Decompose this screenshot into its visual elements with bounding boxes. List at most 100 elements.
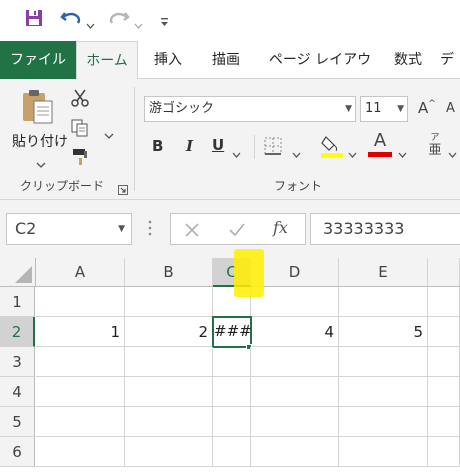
select-all-corner[interactable] bbox=[0, 258, 36, 287]
cell-b3[interactable] bbox=[125, 347, 213, 377]
font-color-icon[interactable]: A bbox=[368, 131, 392, 157]
copy-icon[interactable] bbox=[70, 118, 90, 142]
tab-page-layout[interactable]: ページ レイアウト bbox=[262, 41, 378, 106]
cell-e6[interactable] bbox=[339, 437, 428, 467]
format-painter-icon[interactable] bbox=[70, 147, 90, 171]
cell-b5[interactable] bbox=[125, 407, 213, 437]
save-icon[interactable] bbox=[24, 8, 44, 32]
tab-draw[interactable]: 描画 bbox=[202, 41, 250, 79]
row-header-1[interactable]: 1 bbox=[0, 287, 35, 317]
cell-b2[interactable]: 2 bbox=[125, 317, 213, 347]
cell-c5[interactable] bbox=[213, 407, 251, 437]
undo-dropdown-icon[interactable] bbox=[86, 14, 95, 33]
cell-c4[interactable] bbox=[213, 377, 251, 407]
undo-icon[interactable] bbox=[60, 8, 82, 32]
underline-button[interactable]: U bbox=[212, 136, 224, 154]
name-box[interactable]: C2 ▼ bbox=[6, 213, 132, 245]
cell-b6[interactable] bbox=[125, 437, 213, 467]
font-shrink-icon[interactable]: A bbox=[446, 101, 455, 116]
customize-toolbar-icon[interactable] bbox=[160, 12, 169, 31]
clipboard-launcher-icon[interactable] bbox=[118, 180, 128, 199]
cell-e3[interactable] bbox=[339, 347, 428, 377]
column-header-e[interactable]: E bbox=[339, 258, 428, 287]
worksheet-grid: A B C D E 1 2 3 4 5 6 1 2 ### 4 5 bbox=[0, 258, 460, 475]
font-size-dropdown-icon: ▼ bbox=[397, 104, 404, 114]
cell-e1[interactable] bbox=[339, 287, 428, 317]
name-box-value: C2 bbox=[15, 219, 37, 238]
underline-dropdown-icon[interactable] bbox=[232, 143, 241, 162]
tab-formulas[interactable]: 数式 bbox=[386, 41, 430, 79]
font-size-select[interactable]: 11 ▼ bbox=[360, 96, 408, 122]
borders-icon[interactable] bbox=[264, 137, 282, 159]
font-color-dropdown-icon[interactable] bbox=[398, 143, 407, 162]
paste-dropdown-icon[interactable] bbox=[36, 153, 46, 172]
font-grow-icon[interactable]: A^ bbox=[418, 99, 436, 117]
cell-f6[interactable] bbox=[428, 437, 460, 467]
italic-button[interactable]: I bbox=[186, 137, 193, 155]
row-header-5[interactable]: 5 bbox=[0, 407, 35, 437]
row-header-4[interactable]: 4 bbox=[0, 377, 35, 407]
font-grow-glyph: A bbox=[418, 99, 429, 117]
cell-b4[interactable] bbox=[125, 377, 213, 407]
column-header-f[interactable] bbox=[428, 258, 460, 287]
ribbon-separator bbox=[134, 87, 135, 191]
cell-a4[interactable] bbox=[36, 377, 125, 407]
cell-e2[interactable]: 5 bbox=[339, 317, 428, 347]
enter-icon[interactable] bbox=[229, 222, 245, 241]
cell-e5[interactable] bbox=[339, 407, 428, 437]
cell-d5[interactable] bbox=[251, 407, 339, 437]
formula-bar-grip-icon[interactable] bbox=[148, 220, 152, 240]
cell-a3[interactable] bbox=[36, 347, 125, 377]
cell-f4[interactable] bbox=[428, 377, 460, 407]
tab-home[interactable]: ホーム bbox=[76, 41, 138, 80]
cell-a5[interactable] bbox=[36, 407, 125, 437]
ribbon-home: 貼り付け クリップボード 游ゴシック ▼ 11 ▼ A^ A B I U A ア… bbox=[0, 79, 460, 200]
cell-d2[interactable]: 4 bbox=[251, 317, 339, 347]
cell-d4[interactable] bbox=[251, 377, 339, 407]
phonetic-dropdown-icon[interactable] bbox=[448, 143, 457, 162]
font-size-value: 11 bbox=[365, 101, 382, 116]
font-color-bar bbox=[368, 152, 392, 157]
bold-button[interactable]: B bbox=[152, 137, 163, 155]
redo-dropdown-icon[interactable] bbox=[134, 14, 143, 33]
cell-f3[interactable] bbox=[428, 347, 460, 377]
cut-icon[interactable] bbox=[70, 88, 90, 112]
column-header-a[interactable]: A bbox=[36, 258, 125, 287]
cell-f2[interactable] bbox=[428, 317, 460, 347]
phonetic-guide-top: ア bbox=[430, 133, 440, 143]
row-header-6[interactable]: 6 bbox=[0, 437, 35, 467]
insert-function-icon[interactable]: fx bbox=[273, 218, 288, 237]
cell-c6[interactable] bbox=[213, 437, 251, 467]
borders-dropdown-icon[interactable] bbox=[292, 143, 301, 162]
cell-d3[interactable] bbox=[251, 347, 339, 377]
cell-f5[interactable] bbox=[428, 407, 460, 437]
cancel-icon[interactable] bbox=[185, 222, 199, 241]
paste-button-label[interactable]: 貼り付け bbox=[12, 131, 68, 151]
tab-file[interactable]: ファイル bbox=[0, 41, 76, 79]
name-box-dropdown-icon[interactable]: ▼ bbox=[118, 214, 125, 244]
formula-input[interactable]: 33333333 bbox=[310, 213, 460, 245]
cell-c3[interactable] bbox=[213, 347, 251, 377]
copy-dropdown-icon[interactable] bbox=[104, 124, 114, 143]
cell-d6[interactable] bbox=[251, 437, 339, 467]
row-header-2[interactable]: 2 bbox=[0, 317, 35, 347]
cell-a1[interactable] bbox=[36, 287, 125, 317]
column-header-b[interactable]: B bbox=[125, 258, 213, 287]
paste-icon[interactable] bbox=[20, 87, 54, 131]
font-group-label: フォント bbox=[274, 179, 323, 193]
fill-color-dropdown-icon[interactable] bbox=[348, 143, 357, 162]
tab-data[interactable]: デ bbox=[440, 41, 460, 79]
cell-d1[interactable] bbox=[251, 287, 339, 317]
phonetic-guide-icon[interactable]: ア 亜 bbox=[426, 133, 444, 159]
cell-b1[interactable] bbox=[125, 287, 213, 317]
cell-f1[interactable] bbox=[428, 287, 460, 317]
tab-insert[interactable]: 挿入 bbox=[146, 41, 190, 79]
redo-icon[interactable] bbox=[108, 8, 130, 32]
fill-color-icon[interactable] bbox=[320, 133, 344, 163]
row-header-3[interactable]: 3 bbox=[0, 347, 35, 377]
cell-a2[interactable]: 1 bbox=[36, 317, 125, 347]
cell-a6[interactable] bbox=[36, 437, 125, 467]
cell-e4[interactable] bbox=[339, 377, 428, 407]
font-name-select[interactable]: 游ゴシック ▼ bbox=[144, 96, 356, 122]
column-header-d[interactable]: D bbox=[251, 258, 339, 287]
